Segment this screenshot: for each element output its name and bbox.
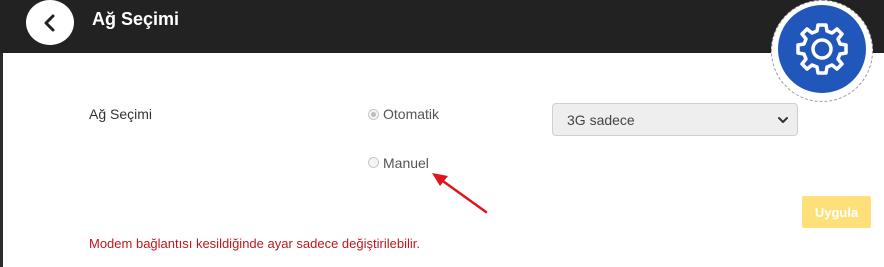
radio-automatic-label: Otomatik <box>383 106 440 122</box>
annotation-arrow <box>432 173 488 214</box>
left-edge-divider <box>0 53 3 267</box>
back-button[interactable] <box>26 0 74 45</box>
chevron-left-icon <box>44 14 55 31</box>
radio-automatic[interactable] <box>368 109 379 120</box>
radio-manual-label: Manuel <box>383 155 429 171</box>
radio-manual[interactable] <box>368 157 379 168</box>
chevron-down-icon <box>778 117 788 123</box>
settings-button[interactable] <box>778 5 866 93</box>
apply-button[interactable]: Uygula <box>802 196 871 228</box>
gear-icon <box>796 23 848 75</box>
network-mode-select[interactable]: 3G sadece <box>552 103 798 136</box>
warning-message: Modem bağlantısı kesildiğinde ayar sadec… <box>89 236 420 251</box>
page-title: Ağ Seçimi <box>92 9 180 29</box>
network-mode-select-value: 3G sadece <box>567 111 635 128</box>
network-selection-label: Ağ Seçimi <box>89 106 153 122</box>
